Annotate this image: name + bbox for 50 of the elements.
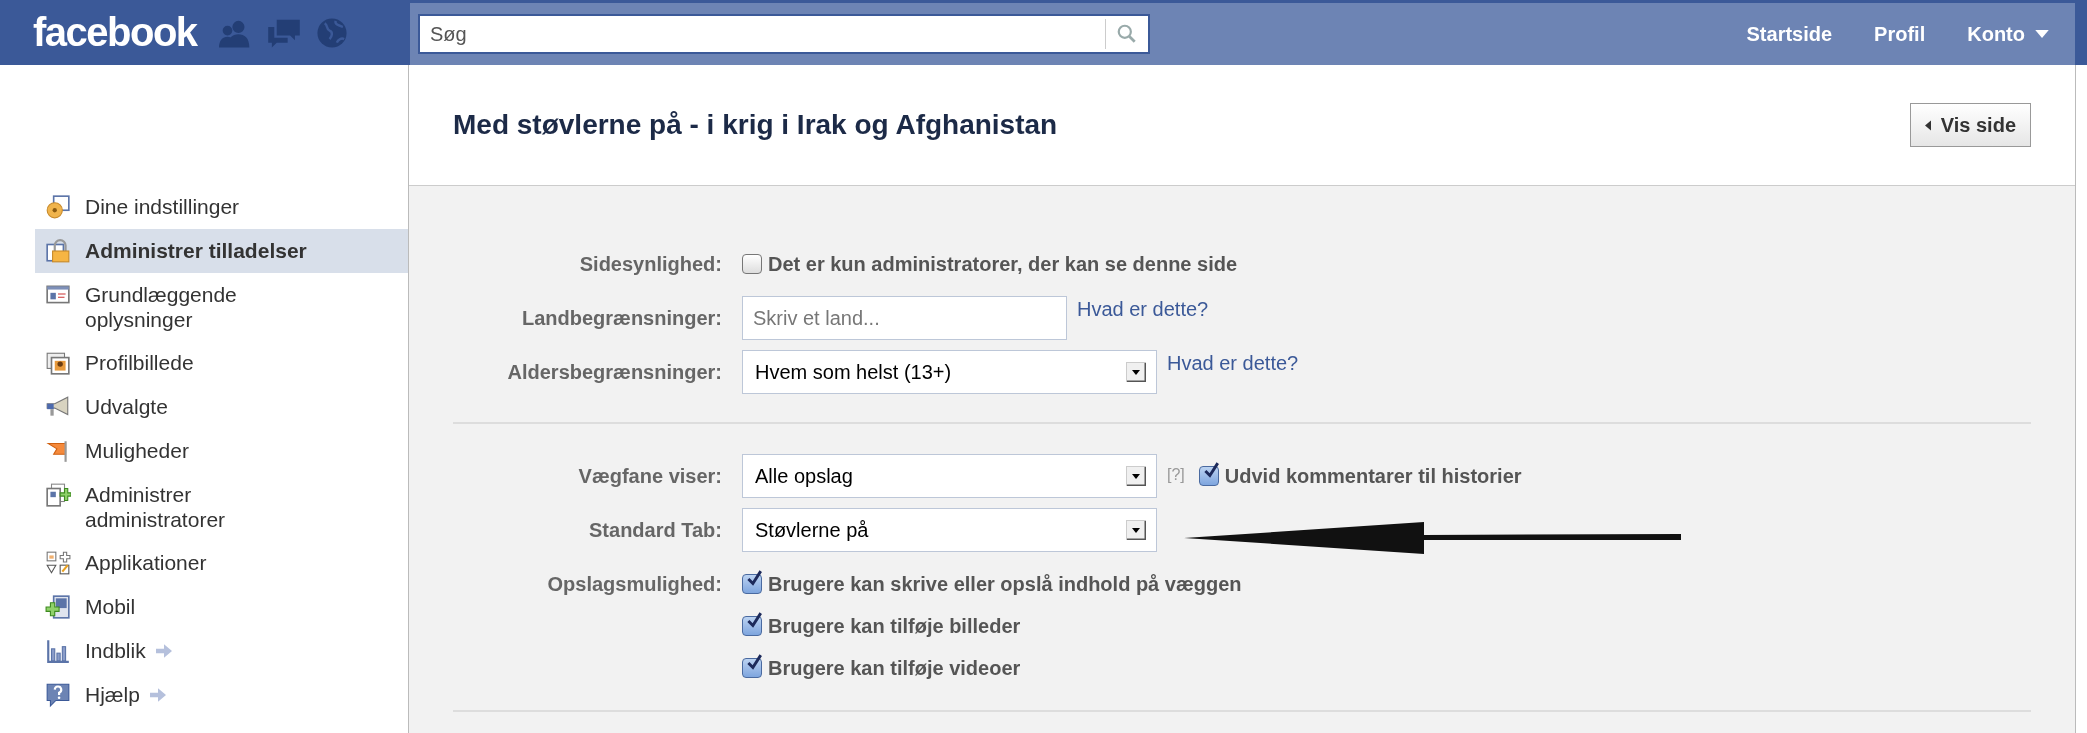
phone-plus-icon xyxy=(45,594,71,620)
dropdown[interactable]: Alle opslag xyxy=(742,454,1157,498)
sidebar-item[interactable]: Udvalgte xyxy=(35,385,408,429)
field-label: Opslagsmulighed: xyxy=(546,572,722,597)
field-label: Vægfane viser: xyxy=(577,464,722,489)
dropdown[interactable]: Hvem som helst (13+) xyxy=(742,350,1157,394)
sidebar-item[interactable]: Profilbillede xyxy=(35,341,408,385)
checkbox[interactable] xyxy=(742,254,762,274)
search-field[interactable]: Søg xyxy=(418,14,1150,54)
logo[interactable]: facebook xyxy=(33,10,197,55)
checkbox-label: Brugere kan skrive eller opslå indhold på væggen xyxy=(768,572,1242,596)
help-link[interactable]: Hvad er dette? xyxy=(1077,296,1209,321)
dropdown-arrow-icon xyxy=(1126,466,1146,486)
page-title: Med støvlerne på - i krig i Irak og Afghanistan xyxy=(453,109,1058,141)
checkbox-label: Det er kun administratorer, der kan se denne side xyxy=(768,252,1238,276)
nav-link[interactable]: Profil xyxy=(1874,22,1926,46)
nav-link[interactable]: Startside xyxy=(1746,22,1833,46)
sidebar-item[interactable]: Applikationer xyxy=(35,541,408,585)
nav-link[interactable]: Konto xyxy=(1967,22,2049,46)
dropdown[interactable]: Støvlerne på xyxy=(742,508,1157,552)
back-icon xyxy=(1924,119,1931,131)
portrait-icon xyxy=(45,350,71,376)
search-input[interactable]: Søg xyxy=(420,21,1105,47)
sidebar-item[interactable]: Dine indstillinger xyxy=(35,185,408,229)
view-page-button[interactable]: Vis side xyxy=(1909,103,2031,147)
checkbox-label: Brugere kan tilføje billeder xyxy=(768,614,1021,638)
sidebar-item[interactable]: Administrer administratorer xyxy=(35,473,408,541)
checkbox-label: Udvid kommentarer til historier xyxy=(1224,464,1522,488)
grid-icon xyxy=(45,550,71,576)
sidebar-item[interactable]: Indblik xyxy=(35,629,408,673)
sidebar-item[interactable]: Grundlæggende oplysninger xyxy=(35,273,408,341)
gear-icon xyxy=(45,194,71,220)
field-label: Standard Tab: xyxy=(588,518,722,543)
help-bubble-icon xyxy=(45,682,71,708)
search-icon[interactable] xyxy=(1116,23,1138,45)
bar-chart-icon xyxy=(45,638,71,664)
sidebar-item[interactable]: Hjælp xyxy=(35,673,408,717)
field-label: Sidesynlighed: xyxy=(578,252,722,277)
documents-plus-icon xyxy=(45,482,71,508)
lock-icon xyxy=(45,238,71,264)
sidebar-item[interactable]: Muligheder xyxy=(35,429,408,473)
dropdown-arrow-icon xyxy=(1126,362,1146,382)
country-input[interactable]: Skriv et land... xyxy=(742,296,1067,340)
sidebar-item[interactable]: Administrer tilladelser xyxy=(35,229,408,273)
field-label: Aldersbegrænsninger: xyxy=(506,360,722,385)
sidebar-item[interactable]: Mobil xyxy=(35,585,408,629)
checkbox-label: Brugere kan tilføje videoer xyxy=(768,656,1021,680)
dropdown-arrow-icon xyxy=(1126,520,1146,540)
field-label: Landbegrænsninger: xyxy=(521,306,722,331)
help-link[interactable]: Hvad er dette? xyxy=(1167,350,1299,375)
